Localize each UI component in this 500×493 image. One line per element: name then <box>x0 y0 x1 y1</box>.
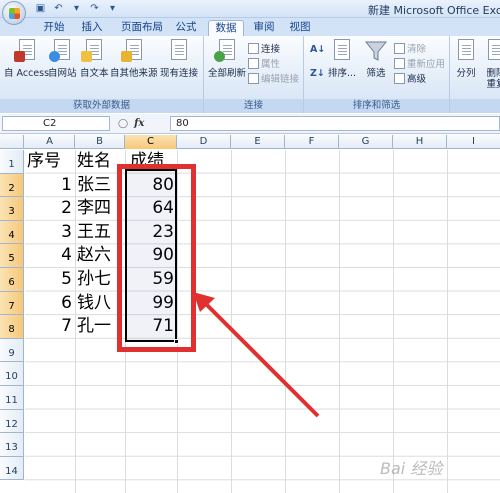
office-logo-icon <box>9 8 20 19</box>
red-arrow-annotation <box>193 292 320 418</box>
office-button[interactable] <box>2 1 26 25</box>
watermark: Bai 经验 <box>380 459 443 478</box>
